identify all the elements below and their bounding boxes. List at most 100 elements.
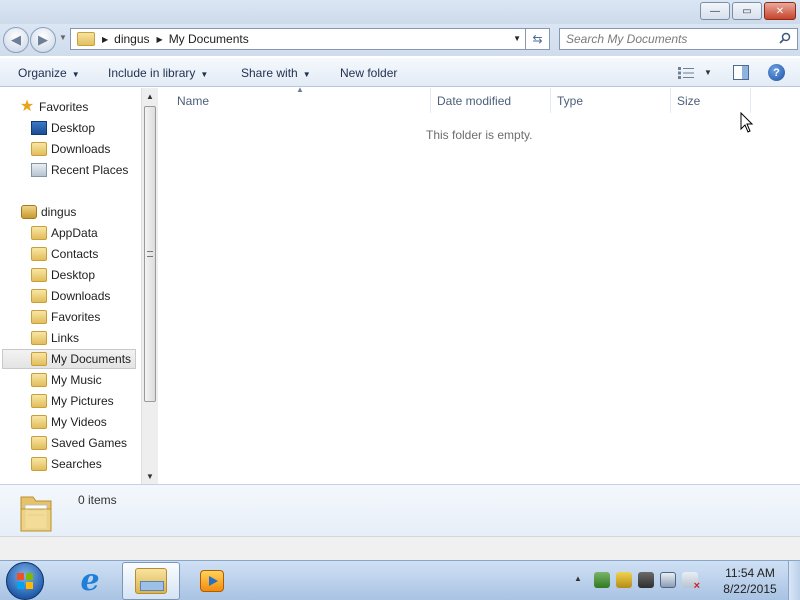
volume-muted-icon[interactable]: [682, 572, 700, 592]
refresh-button[interactable]: ⇆: [526, 28, 550, 50]
media-player-icon: [200, 570, 224, 592]
clock-time: 11:54 AM: [725, 566, 775, 580]
forward-button[interactable]: ▶: [30, 27, 56, 53]
nav-favorites[interactable]: ★ Favorites: [19, 97, 89, 117]
tray-app-icon[interactable]: [638, 572, 654, 588]
include-in-library-label: Include in library: [108, 66, 196, 80]
nav-links[interactable]: Links: [31, 328, 79, 348]
nav-my-documents[interactable]: My Documents: [2, 349, 136, 369]
nav-my-pictures[interactable]: My Pictures: [31, 391, 114, 411]
nav-searches[interactable]: Searches: [31, 454, 102, 474]
search-icon[interactable]: [779, 32, 791, 44]
grip-icon: [147, 251, 153, 257]
minimize-button[interactable]: —: [700, 2, 730, 20]
start-button[interactable]: [6, 562, 44, 600]
nav-label: Favorites: [51, 310, 101, 324]
user-folder-icon: [21, 205, 37, 219]
nav-my-music[interactable]: My Music: [31, 370, 102, 390]
security-shield-icon[interactable]: [616, 572, 632, 588]
include-in-library-button[interactable]: Include in library ▼: [108, 66, 208, 80]
nav-user-dingus[interactable]: dingus: [21, 202, 76, 222]
restore-button[interactable]: ▭: [732, 2, 762, 20]
nav-downloads[interactable]: Downloads: [31, 286, 110, 306]
nav-favorites-downloads[interactable]: Downloads: [31, 139, 110, 159]
organize-label: Organize: [18, 66, 67, 80]
breadcrumb-separator-icon[interactable]: ▶: [157, 35, 163, 44]
clock[interactable]: 11:54 AM 8/22/2015: [714, 565, 786, 597]
search-input[interactable]: [566, 29, 766, 49]
scroll-down-arrow-icon[interactable]: ▼: [142, 468, 158, 484]
nav-my-videos[interactable]: My Videos: [31, 412, 107, 432]
nav-label: Searches: [51, 457, 102, 471]
column-label: Date modified: [437, 93, 512, 108]
column-label: Type: [557, 93, 584, 108]
change-view-icon[interactable]: [678, 67, 694, 79]
help-icon[interactable]: ?: [768, 64, 785, 81]
back-arrow-icon: ◀: [11, 32, 21, 47]
nav-desktop[interactable]: Desktop: [31, 265, 95, 285]
nav-label: Recent Places: [51, 163, 129, 177]
breadcrumb-my-documents[interactable]: My Documents: [169, 32, 249, 46]
new-folder-button[interactable]: New folder: [340, 66, 397, 80]
scrollbar-thumb[interactable]: [144, 106, 156, 402]
star-icon: ★: [19, 98, 35, 115]
details-pane: 0 items: [0, 484, 800, 536]
column-header-size[interactable]: Size: [671, 88, 751, 113]
scroll-up-arrow-icon[interactable]: ▲: [142, 88, 158, 104]
favorites-folder-icon: [31, 310, 47, 324]
pictures-folder-icon: [31, 394, 47, 408]
chevron-down-icon: ▼: [71, 70, 80, 79]
windows-explorer-icon: [135, 568, 167, 594]
recent-places-icon: [31, 163, 47, 177]
nav-favorites-label: Favorites: [39, 100, 89, 114]
contacts-folder-icon: [31, 247, 47, 261]
column-header-date-modified[interactable]: Date modified: [431, 88, 551, 113]
downloads-folder-icon: [31, 289, 47, 303]
nav-favorites-desktop[interactable]: Desktop: [31, 118, 95, 138]
column-header-name[interactable]: Name: [159, 88, 431, 113]
nav-favorites-folder[interactable]: Favorites: [31, 307, 100, 327]
nav-label: Contacts: [51, 247, 99, 261]
show-hidden-icons-icon[interactable]: ▲: [574, 574, 582, 583]
network-icon[interactable]: [660, 572, 676, 588]
share-with-button[interactable]: Share with ▼: [241, 66, 311, 80]
back-button[interactable]: ◀: [3, 27, 29, 53]
nav-saved-games[interactable]: Saved Games: [31, 433, 127, 453]
taskbar-windows-explorer[interactable]: [122, 562, 180, 600]
action-center-icon[interactable]: [594, 572, 610, 588]
preview-pane-icon[interactable]: [733, 65, 749, 80]
window-controls: — ▭ ✕: [700, 2, 796, 20]
music-folder-icon: [31, 373, 47, 387]
internet-explorer-icon: e: [80, 563, 100, 598]
chevron-down-icon: ▼: [200, 70, 209, 79]
recent-pages-dropdown-icon[interactable]: ▼: [59, 33, 67, 42]
nav-label: Links: [51, 331, 80, 345]
breadcrumb-dingus[interactable]: dingus: [114, 32, 149, 46]
nav-label: AppData: [51, 226, 98, 240]
view-options-dropdown-icon[interactable]: ▼: [704, 68, 712, 77]
nav-contacts[interactable]: Contacts: [31, 244, 98, 264]
desktop-icon: [31, 121, 47, 135]
nav-label: My Documents: [51, 352, 132, 366]
organize-button[interactable]: Organize ▼: [18, 66, 80, 80]
column-header-type[interactable]: Type: [551, 88, 671, 113]
taskbar-internet-explorer[interactable]: e: [61, 562, 119, 600]
nav-label: My Music: [51, 373, 102, 387]
nav-favorites-recent-places[interactable]: Recent Places: [31, 160, 128, 180]
title-bar: — ▭ ✕: [0, 0, 800, 24]
breadcrumb-separator-icon[interactable]: ▶: [102, 35, 108, 44]
navigation-scrollbar[interactable]: ▲ ▼: [141, 88, 158, 484]
address-bar[interactable]: ▶ dingus ▶ My Documents ▼: [70, 28, 526, 50]
show-desktop-button[interactable]: [788, 561, 800, 600]
sort-ascending-icon: ▲: [296, 85, 304, 94]
folder-icon: [77, 32, 95, 46]
file-list[interactable]: Name ▲ Date modified Type Size This fold…: [159, 85, 800, 484]
new-folder-label: New folder: [340, 66, 398, 80]
taskbar-media-player[interactable]: [183, 562, 241, 600]
close-button[interactable]: ✕: [764, 2, 796, 20]
nav-appdata[interactable]: AppData: [31, 223, 98, 243]
address-dropdown-icon[interactable]: ▼: [513, 34, 521, 43]
share-with-label: Share with: [241, 66, 298, 80]
column-label: Name: [177, 93, 210, 108]
forward-arrow-icon: ▶: [38, 32, 48, 47]
